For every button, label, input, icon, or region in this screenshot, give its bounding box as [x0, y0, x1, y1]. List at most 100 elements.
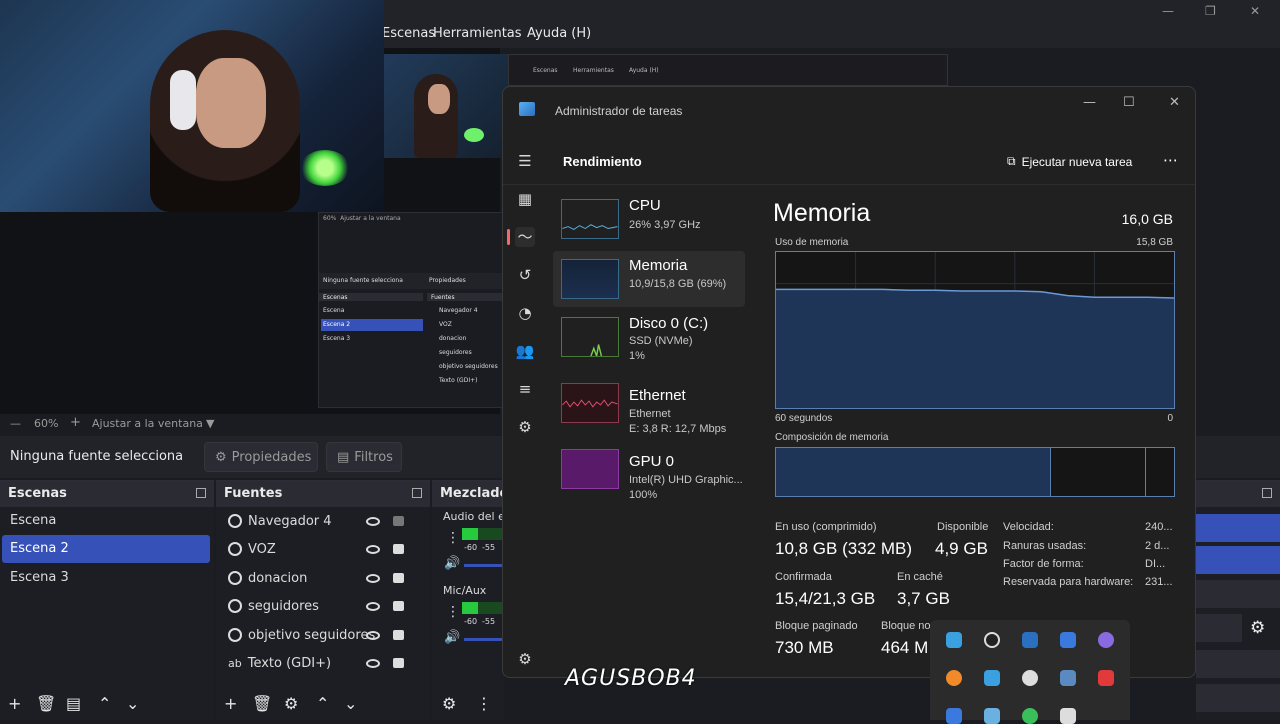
- details-icon[interactable]: ≡: [515, 379, 535, 399]
- settings-button[interactable]: [1196, 650, 1280, 678]
- start-recording-button[interactable]: [1196, 546, 1280, 574]
- tray-app-icon[interactable]: [946, 670, 962, 686]
- start-streaming-button[interactable]: [1196, 514, 1280, 542]
- source-item[interactable]: donacion: [220, 564, 416, 592]
- more-options-icon[interactable]: ⋯: [1163, 151, 1178, 169]
- steam-icon[interactable]: [984, 708, 1000, 724]
- source-item[interactable]: objetivo seguidores: [220, 621, 416, 649]
- run-new-task-button[interactable]: ⧉ Ejecutar nueva tarea: [1007, 154, 1132, 169]
- zoom-in-icon[interactable]: +: [70, 415, 81, 430]
- perf-item-gpu[interactable]: GPU 0 Intel(R) UHD Graphic... 100%: [553, 445, 745, 501]
- more-icon[interactable]: ⋮: [446, 604, 460, 620]
- properties-button[interactable]: ⚙ Propiedades: [204, 442, 318, 472]
- lock-icon[interactable]: [393, 544, 404, 554]
- zoom-out-icon[interactable]: —: [10, 417, 21, 430]
- history-icon[interactable]: ↺: [515, 265, 535, 285]
- lock-icon[interactable]: [393, 573, 404, 583]
- tray-app-icon[interactable]: [984, 670, 1000, 686]
- nav-active-indicator: [507, 229, 510, 245]
- source-item[interactable]: ab Texto (GDI+): [220, 649, 416, 677]
- tray-app-icon[interactable]: [946, 708, 962, 724]
- processes-icon[interactable]: ▦: [515, 189, 535, 209]
- perf-item-ethernet[interactable]: Ethernet Ethernet E: 3,8 R: 12,7 Mbps: [553, 379, 745, 435]
- volume-slider[interactable]: [464, 638, 502, 641]
- undock-icon[interactable]: [196, 488, 206, 498]
- speaker-icon[interactable]: 🔊: [444, 630, 460, 645]
- tray-app-icon[interactable]: [1022, 670, 1038, 686]
- down-arrow-icon[interactable]: ⌄: [344, 694, 357, 713]
- hamburger-icon[interactable]: ☰: [515, 151, 535, 171]
- down-arrow-icon[interactable]: ⌄: [126, 694, 139, 713]
- undock-icon[interactable]: [412, 488, 422, 498]
- settings-gear-icon[interactable]: ⚙: [1250, 618, 1265, 638]
- eye-icon[interactable]: [366, 545, 380, 554]
- gear-icon[interactable]: ⚙: [284, 694, 298, 713]
- tray-app-icon[interactable]: [1022, 708, 1038, 724]
- menu-herramientas[interactable]: Herramientas: [433, 26, 522, 41]
- obs-tray-icon[interactable]: [984, 632, 1000, 648]
- unlock-icon[interactable]: [393, 516, 404, 526]
- eye-icon[interactable]: [366, 631, 380, 640]
- fit-window-label[interactable]: Ajustar a la ventana: [92, 417, 203, 430]
- usage-label: Uso de memoria: [775, 237, 849, 248]
- scene-item-selected[interactable]: Escena 2: [2, 535, 210, 563]
- lock-icon[interactable]: [393, 601, 404, 611]
- nested-sources-title: Fuentes: [427, 293, 509, 301]
- tray-app-icon[interactable]: [1098, 670, 1114, 686]
- perf-item-cpu[interactable]: CPU 26% 3,97 GHz: [553, 195, 745, 251]
- menu-ayuda[interactable]: Ayuda (H): [527, 26, 591, 41]
- studio-mode-button[interactable]: [1196, 614, 1242, 642]
- virtual-camera-button[interactable]: [1196, 580, 1280, 608]
- more-icon[interactable]: ⋮: [476, 694, 492, 713]
- startup-icon[interactable]: ◔: [515, 303, 535, 323]
- performance-icon[interactable]: 〜: [515, 227, 535, 247]
- trash-icon[interactable]: 🗑: [36, 694, 56, 713]
- more-icon[interactable]: ⋮: [446, 530, 460, 546]
- eye-icon[interactable]: [366, 517, 380, 526]
- close-icon[interactable]: ✕: [1169, 95, 1180, 110]
- zoom-bar: — 60% + Ajustar a la ventana ▼: [0, 414, 500, 434]
- maximize-icon[interactable]: ☐: [1123, 95, 1135, 110]
- chevron-down-icon[interactable]: ▼: [206, 417, 214, 430]
- settings-icon[interactable]: ⚙: [515, 649, 535, 669]
- task-manager-window: Administrador de tareas — ☐ ✕ Rendimient…: [502, 86, 1196, 678]
- users-icon[interactable]: 👥: [515, 341, 535, 361]
- undock-icon[interactable]: [1262, 488, 1272, 498]
- eye-icon[interactable]: [366, 574, 380, 583]
- up-arrow-icon[interactable]: ⌃: [98, 694, 111, 713]
- filter-icon[interactable]: ▤: [66, 694, 81, 713]
- tray-app-icon[interactable]: [946, 632, 962, 648]
- gear-icon[interactable]: ⚙: [442, 694, 456, 713]
- lock-icon[interactable]: [393, 630, 404, 640]
- tray-app-icon[interactable]: [1060, 670, 1076, 686]
- add-scene-icon[interactable]: +: [8, 694, 21, 713]
- add-source-icon[interactable]: +: [224, 694, 237, 713]
- lock-icon[interactable]: [393, 658, 404, 668]
- restore-icon[interactable]: ❐: [1205, 4, 1216, 18]
- exit-button[interactable]: [1196, 684, 1280, 712]
- minimize-icon[interactable]: —: [1162, 4, 1174, 18]
- source-item[interactable]: seguidores: [220, 592, 416, 620]
- perf-item-disk[interactable]: Disco 0 (C:) SSD (NVMe) 1%: [553, 313, 745, 369]
- source-item[interactable]: Navegador 4: [220, 507, 416, 535]
- speaker-icon[interactable]: 🔊: [444, 556, 460, 571]
- menu-escenas[interactable]: Escenas: [382, 26, 435, 41]
- close-icon[interactable]: ✕: [1250, 4, 1260, 18]
- tray-app-icon[interactable]: [1060, 632, 1076, 648]
- minimize-icon[interactable]: —: [1083, 95, 1096, 110]
- tray-app-icon[interactable]: [1060, 708, 1076, 724]
- scene-item[interactable]: Escena 3: [2, 564, 210, 592]
- tray-app-icon[interactable]: [1098, 632, 1114, 648]
- eye-icon[interactable]: [366, 602, 380, 611]
- composition-label: Composición de memoria: [775, 432, 889, 443]
- perf-item-memory[interactable]: Memoria 10,9/15,8 GB (69%): [553, 251, 745, 307]
- up-arrow-icon[interactable]: ⌃: [316, 694, 329, 713]
- taskmgr-tray-icon[interactable]: [1022, 632, 1038, 648]
- scene-item[interactable]: Escena: [2, 507, 210, 535]
- trash-icon[interactable]: 🗑: [252, 694, 272, 713]
- services-icon[interactable]: ⚙: [515, 417, 535, 437]
- filters-button[interactable]: ▤ Filtros: [326, 442, 402, 472]
- volume-slider[interactable]: [464, 564, 502, 567]
- source-item[interactable]: VOZ: [220, 535, 416, 563]
- eye-icon[interactable]: [366, 659, 380, 668]
